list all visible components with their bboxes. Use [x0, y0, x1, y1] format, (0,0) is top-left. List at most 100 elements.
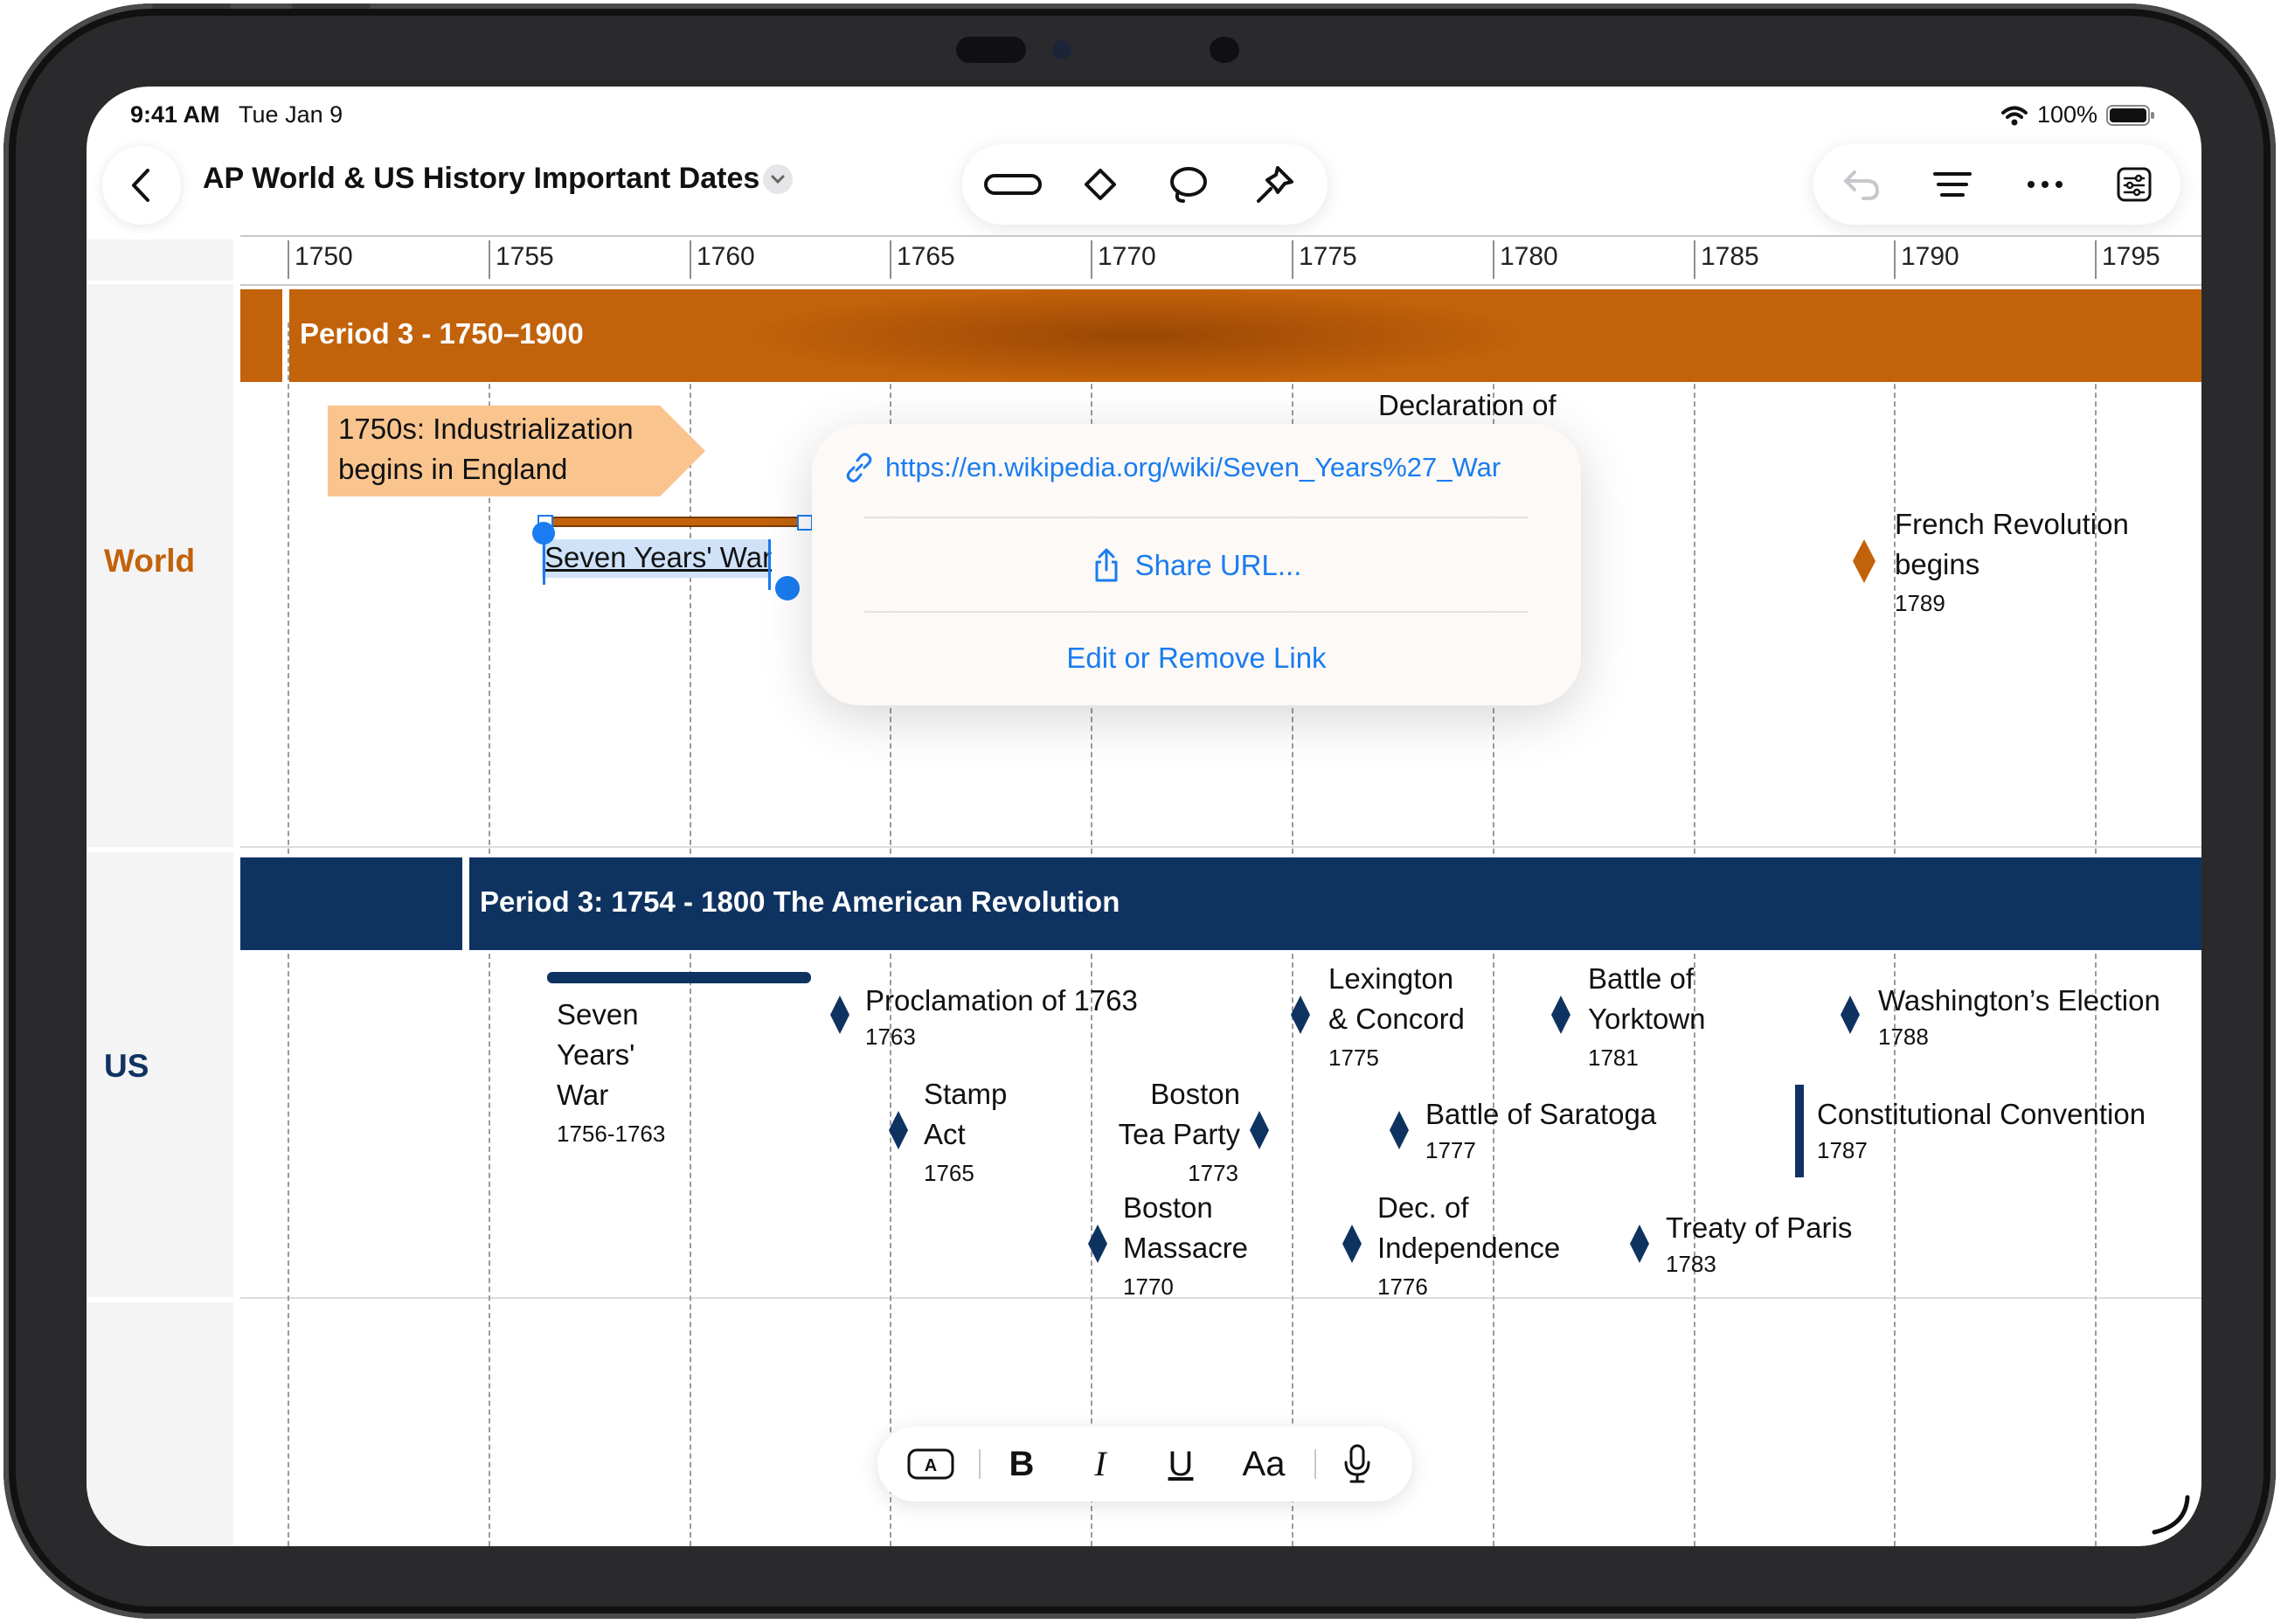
undo-icon: [1844, 170, 1880, 200]
seven-years-duration-bar[interactable]: [547, 972, 811, 983]
yorktown-year: 1781: [1588, 1044, 1639, 1071]
status-date: Tue Jan 9: [239, 101, 343, 128]
us-period-band[interactable]: Period 3: 1754 - 1800 The American Revol…: [469, 857, 2201, 950]
microphone-icon: [1344, 1444, 1370, 1483]
row-separator: [240, 1297, 2201, 1299]
french-revolution-year: 1789: [1895, 590, 1945, 616]
independence-l2[interactable]: Independence: [1377, 1228, 1560, 1268]
constitutional-convention-year: 1787: [1817, 1137, 1868, 1163]
divider: [87, 1297, 233, 1302]
french-revolution-line1[interactable]: French Revolution: [1895, 504, 2129, 545]
settings-panel-button[interactable]: [2095, 153, 2174, 216]
seven-years-war-link[interactable]: Seven Years' War: [544, 538, 772, 578]
washington-election-label[interactable]: Washington’s Election: [1878, 981, 2160, 1021]
row-label-world[interactable]: World: [104, 543, 195, 580]
saratoga-label[interactable]: Battle of Saratoga: [1425, 1094, 1656, 1135]
treaty-paris-marker[interactable]: [1630, 1225, 1649, 1263]
us-seven-years-l1[interactable]: Seven: [557, 995, 639, 1035]
ruler-tick: [2095, 240, 2097, 279]
row-label-us[interactable]: US: [104, 1048, 149, 1085]
popup-url[interactable]: https://en.wikipedia.org/wiki/Seven_Year…: [885, 452, 1501, 483]
volume-button: [152, 3, 231, 9]
ruler-year-label: 1750: [295, 242, 353, 271]
undo-button[interactable]: [1822, 153, 1901, 216]
lasso-icon: [1170, 167, 1207, 203]
lasso-button[interactable]: [1144, 153, 1231, 216]
washington-election-marker[interactable]: [1841, 996, 1860, 1034]
us-band-lead[interactable]: [240, 857, 462, 950]
battery-icon: [2106, 104, 2155, 126]
independence-l1[interactable]: Dec. of: [1377, 1188, 1469, 1228]
bold-button[interactable]: B: [993, 1439, 1050, 1489]
more-button[interactable]: [2006, 153, 2084, 216]
battery-percent: 100%: [2037, 101, 2098, 128]
list-button[interactable]: [1913, 153, 1992, 216]
edit-remove-link-button[interactable]: Edit or Remove Link: [812, 625, 1581, 691]
share-url-button[interactable]: Share URL...: [812, 529, 1581, 602]
lexington-marker[interactable]: [1291, 996, 1310, 1034]
tea-party-l2[interactable]: Tea Party: [1030, 1114, 1240, 1155]
settings-panel-icon: [2117, 167, 2152, 202]
seven-years-duration-bar[interactable]: [542, 517, 804, 527]
world-period-band[interactable]: Period 3 - 1750–1900: [289, 289, 2201, 382]
pill-shape-icon: [984, 174, 1042, 195]
lexington-l2[interactable]: & Concord: [1328, 999, 1465, 1039]
independence-year: 1776: [1377, 1274, 1428, 1300]
boston-massacre-l1[interactable]: Boston: [1123, 1188, 1213, 1228]
link-popup: https://en.wikipedia.org/wiki/Seven_Year…: [812, 424, 1581, 705]
declaration-event-label[interactable]: Declaration of: [1378, 385, 1556, 426]
saratoga-marker[interactable]: [1390, 1111, 1409, 1149]
stamp-act-l1[interactable]: Stamp: [924, 1074, 1007, 1114]
boston-massacre-l2[interactable]: Massacre: [1123, 1228, 1248, 1268]
treaty-paris-label[interactable]: Treaty of Paris: [1666, 1208, 1852, 1248]
text-format-toolbar: A B I U Aa: [877, 1426, 1412, 1502]
pill-shape-button[interactable]: [969, 153, 1057, 216]
lexington-l1[interactable]: Lexington: [1328, 959, 1453, 999]
proclamation-marker[interactable]: [830, 996, 849, 1034]
underline-button[interactable]: U: [1152, 1439, 1210, 1489]
ruler-year-label: 1760: [697, 242, 755, 271]
title-dropdown-button[interactable]: [763, 164, 793, 194]
more-icon: [2028, 181, 2063, 188]
industrialization-event[interactable]: 1750s: Industrialization begins in Engla…: [328, 406, 705, 496]
document-title[interactable]: AP World & US History Important Dates: [203, 162, 759, 196]
ruler-tick: [489, 240, 490, 279]
dictation-button[interactable]: [1328, 1440, 1386, 1488]
industrialization-line1: 1750s: Industrialization: [338, 413, 634, 445]
tea-party-marker[interactable]: [1250, 1111, 1269, 1149]
diamond-shape-button[interactable]: [1057, 153, 1144, 216]
yorktown-l1[interactable]: Battle of: [1588, 959, 1694, 999]
tools-toolbar: [962, 144, 1328, 225]
yorktown-l2[interactable]: Yorktown: [1588, 999, 1706, 1039]
us-seven-years-l2[interactable]: Years': [557, 1035, 634, 1075]
washington-election-year: 1788: [1878, 1024, 1929, 1050]
constitutional-convention-bar[interactable]: [1795, 1085, 1804, 1177]
us-seven-years-l3[interactable]: War: [557, 1075, 608, 1115]
proclamation-label[interactable]: Proclamation of 1763: [865, 981, 1138, 1021]
world-band-lead[interactable]: [240, 289, 282, 382]
ruler-year-label: 1780: [1500, 242, 1558, 271]
us-seven-years-year: 1756-1763: [557, 1121, 666, 1147]
pin-tool-button[interactable]: [1231, 153, 1319, 216]
stamp-act-l2[interactable]: Act: [924, 1114, 966, 1155]
selection-grabber-start[interactable]: [532, 522, 555, 545]
tea-party-l1[interactable]: Boston: [1030, 1074, 1240, 1114]
selection-grabber-end[interactable]: [775, 576, 800, 600]
ruler-tick: [1493, 240, 1494, 279]
yorktown-marker[interactable]: [1551, 996, 1570, 1034]
text-size-button[interactable]: Aa: [1227, 1439, 1300, 1489]
ruler-year-label: 1775: [1299, 242, 1357, 271]
independence-marker[interactable]: [1342, 1225, 1362, 1263]
constitutional-convention-label[interactable]: Constitutional Convention: [1817, 1094, 2146, 1135]
toolbar-separator: [1314, 1449, 1316, 1479]
back-button[interactable]: [102, 146, 181, 225]
selection-handle[interactable]: [797, 515, 813, 531]
stamp-act-marker[interactable]: [889, 1111, 908, 1149]
ruler-year-label: 1795: [2102, 242, 2160, 271]
french-revolution-line2[interactable]: begins: [1895, 545, 1979, 585]
italic-button[interactable]: I: [1071, 1439, 1129, 1489]
boston-massacre-year: 1770: [1123, 1274, 1174, 1300]
back-chevron-icon: [132, 169, 149, 202]
text-box-button[interactable]: A: [900, 1440, 961, 1488]
french-revolution-marker[interactable]: [1853, 539, 1875, 583]
